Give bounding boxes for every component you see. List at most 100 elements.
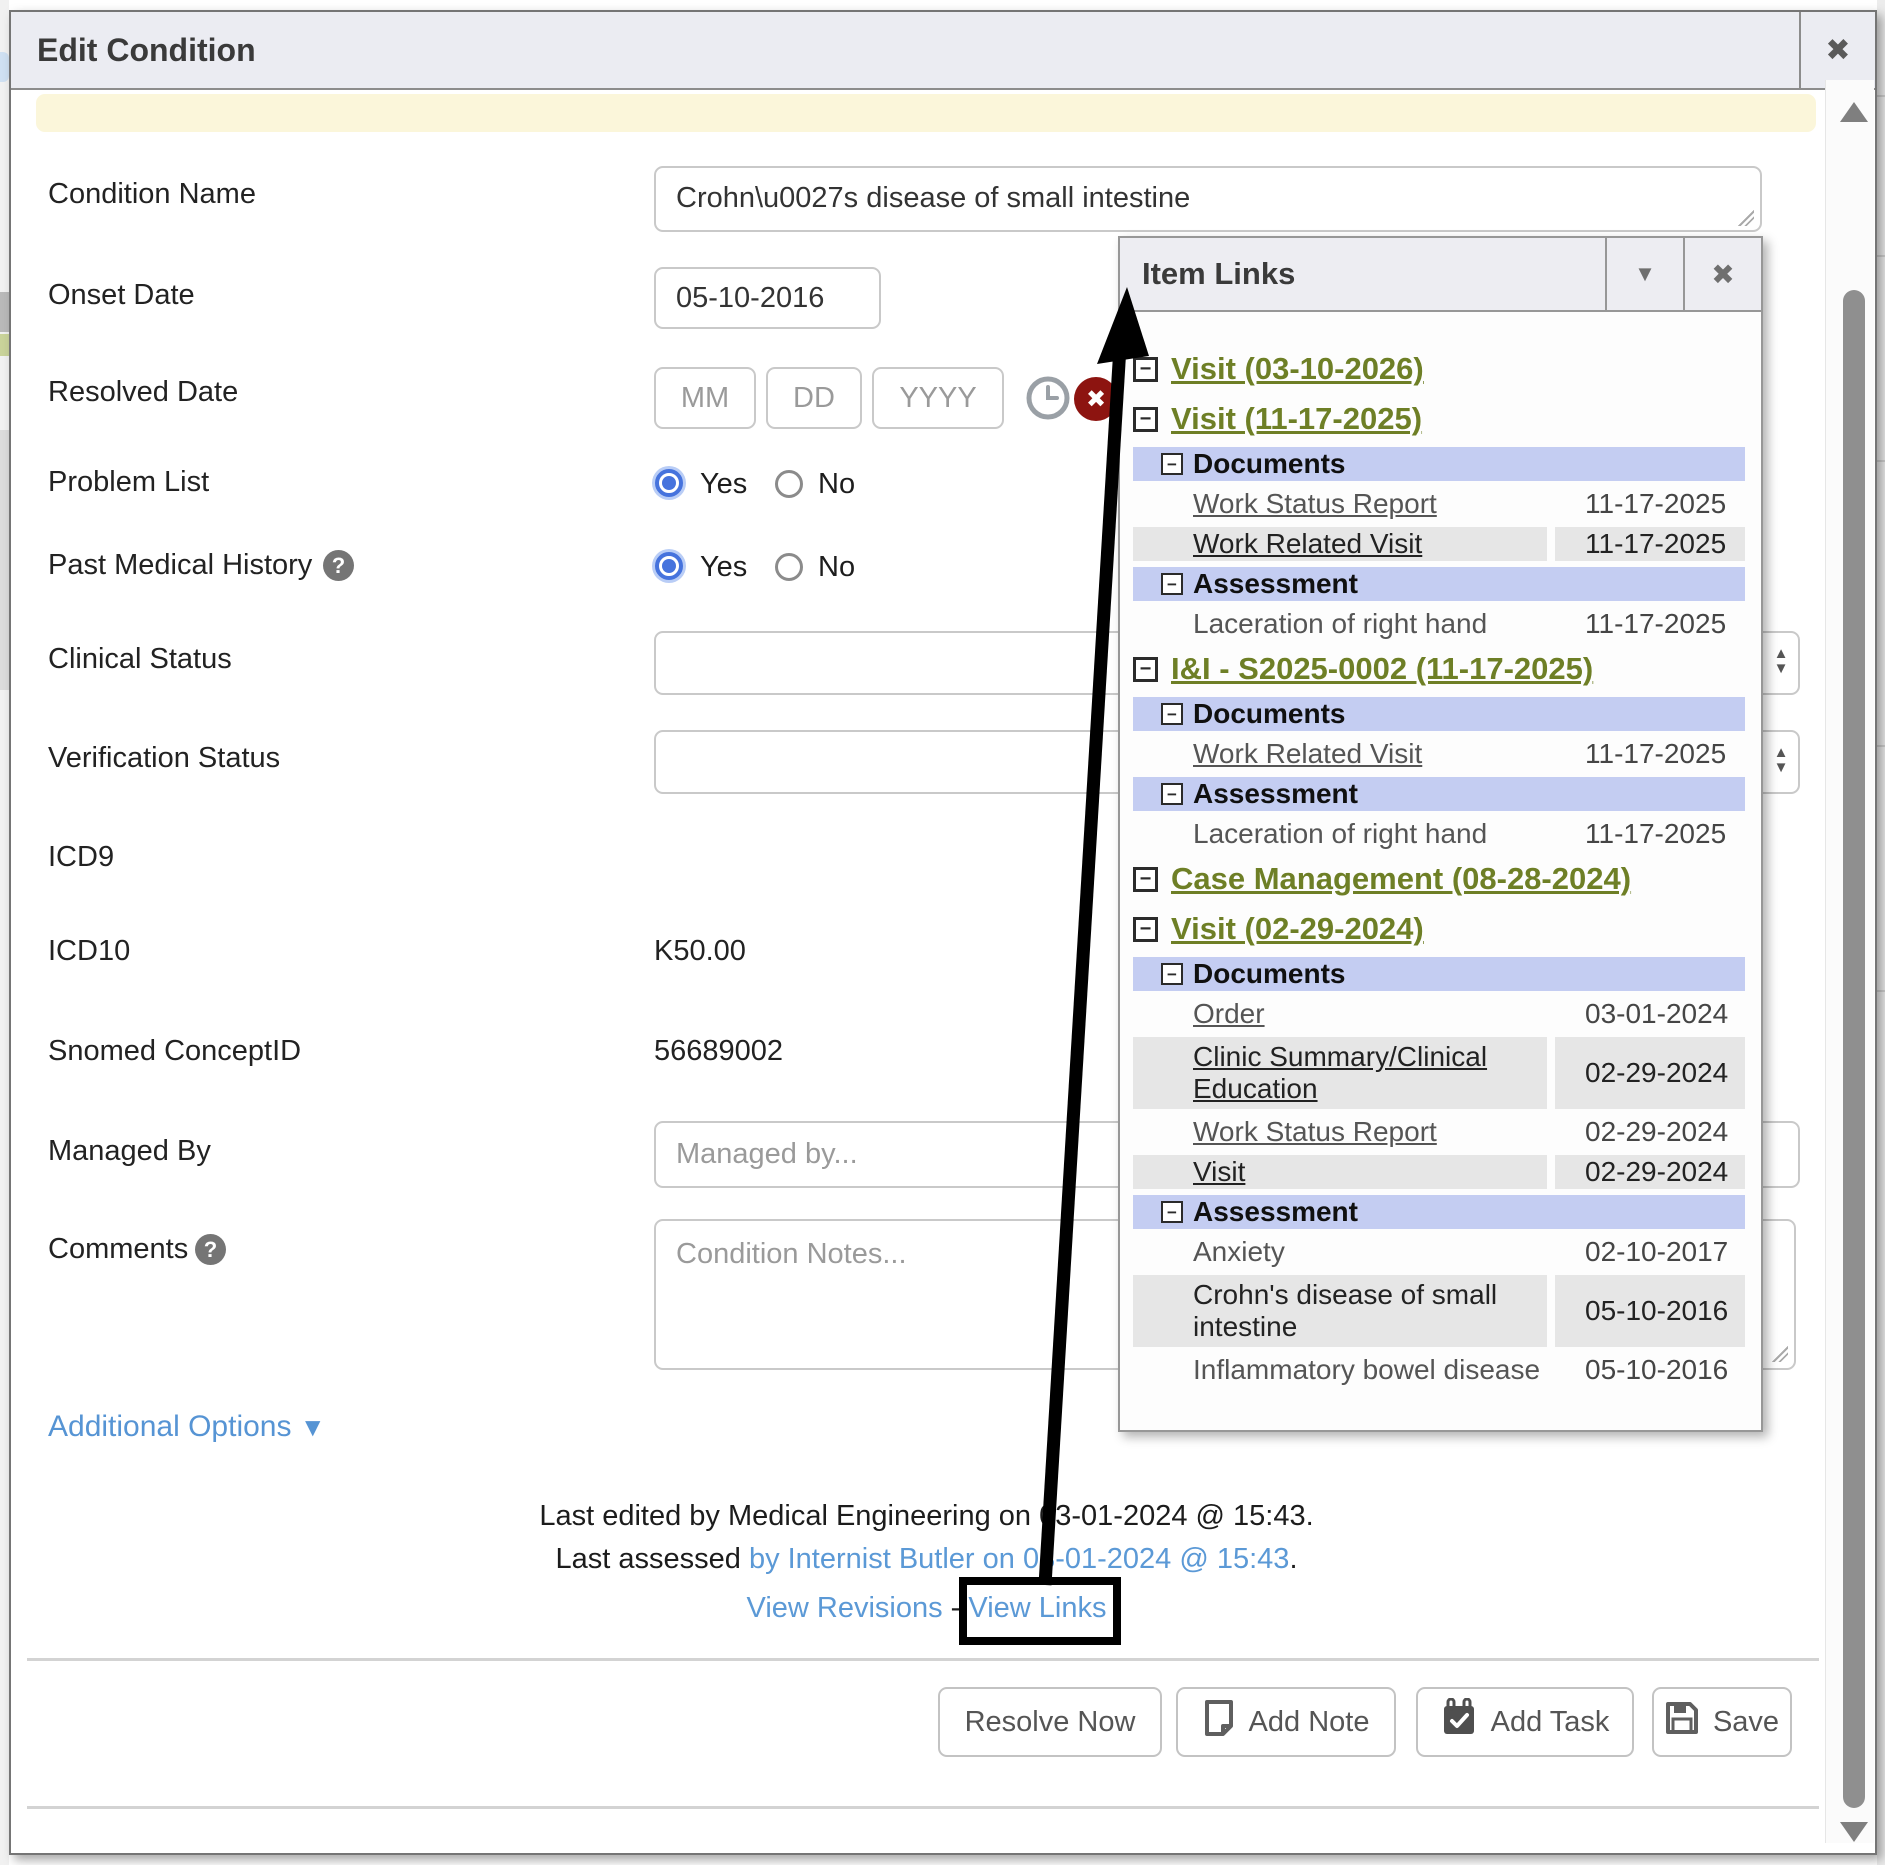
item-label: Laceration of right hand (1133, 607, 1547, 641)
visit-link[interactable]: I&I - S2025-0002 (11-17-2025) (1171, 651, 1593, 687)
clock-icon[interactable] (1025, 375, 1071, 426)
help-icon[interactable]: ? (195, 1234, 226, 1265)
group-label: Assessment (1193, 778, 1358, 810)
item-link[interactable]: Work Related Visit (1133, 737, 1547, 771)
item-date: 02-29-2024 (1555, 1155, 1745, 1189)
comments-label: Comments (48, 1233, 188, 1266)
group-label: Documents (1193, 698, 1345, 730)
item-link[interactable]: Work Status Report (1133, 1115, 1547, 1149)
visit-link[interactable]: Case Management (08-28-2024) (1171, 861, 1631, 897)
collapse-icon[interactable]: − (1161, 453, 1183, 475)
item-links-row: Work Status Report11-17-2025 (1133, 484, 1745, 524)
resolve-now-label: Resolve Now (965, 1706, 1136, 1739)
close-icon[interactable]: ✖ (1683, 238, 1761, 310)
last-assessed-prefix: Last assessed (555, 1543, 748, 1575)
item-links-title: Item Links (1142, 238, 1295, 310)
background-fragment (0, 292, 9, 332)
onset-date-label: Onset Date (48, 279, 195, 312)
collapse-icon[interactable]: − (1133, 867, 1158, 892)
additional-options-label: Additional Options (48, 1410, 292, 1443)
past-medical-history-label: Past Medical History (48, 549, 312, 582)
past-medical-history-no-label: No (818, 551, 855, 584)
collapse-icon[interactable]: − (1161, 573, 1183, 595)
resolved-year-input[interactable] (872, 367, 1004, 429)
item-links-row: Order03-01-2024 (1133, 994, 1745, 1034)
group-label: Documents (1193, 448, 1345, 480)
snomed-label: Snomed ConceptID (48, 1035, 301, 1068)
collapse-icon[interactable]: − (1133, 407, 1158, 432)
item-links-row: −Assessment (1133, 567, 1745, 601)
problem-list-no-radio[interactable] (775, 470, 803, 498)
problem-list-label: Problem List (48, 466, 209, 499)
item-link[interactable]: Clinic Summary/Clinical Education (1133, 1037, 1547, 1109)
save-label: Save (1713, 1706, 1779, 1739)
last-edited-text: Last edited by Medical Engineering on 03… (27, 1500, 1826, 1533)
save-button[interactable]: Save (1652, 1687, 1792, 1757)
background-page-right-sliver (1877, 0, 1885, 1865)
dialog-titlebar: Edit Condition ✖ (11, 12, 1875, 90)
condition-name-input[interactable]: Crohn\u0027s disease of small intestine (654, 166, 1762, 232)
alert-banner (36, 94, 1816, 132)
collapse-icon[interactable]: − (1161, 703, 1183, 725)
item-link[interactable]: Order (1133, 997, 1547, 1031)
resolved-date-label: Resolved Date (48, 376, 238, 409)
view-revisions-link[interactable]: View Revisions (747, 1592, 943, 1624)
item-links-row: Work Status Report02-29-2024 (1133, 1112, 1745, 1152)
scroll-down-icon[interactable] (1840, 1822, 1868, 1842)
save-icon (1665, 1701, 1699, 1743)
view-links-link[interactable]: View Links (968, 1592, 1106, 1624)
collapse-icon[interactable]: − (1161, 783, 1183, 805)
visit-link[interactable]: Visit (11-17-2025) (1171, 401, 1422, 437)
visit-link[interactable]: Visit (02-29-2024) (1171, 911, 1424, 947)
collapse-icon[interactable]: − (1161, 963, 1183, 985)
add-task-button[interactable]: Add Task (1416, 1687, 1634, 1757)
close-icon[interactable]: ✖ (1799, 12, 1875, 88)
visit-link[interactable]: Visit (03-10-2026) (1171, 351, 1424, 387)
item-date: 11-17-2025 (1555, 737, 1745, 771)
resolve-now-button[interactable]: Resolve Now (938, 1687, 1162, 1757)
group-label: Documents (1193, 958, 1345, 990)
item-date: 02-29-2024 (1555, 1037, 1745, 1109)
calendar-check-icon (1441, 1698, 1477, 1746)
item-links-popup: Item Links ▼ ✖ −Visit (03-10-2026)−Visit… (1118, 236, 1763, 1432)
collapse-icon[interactable]: − (1133, 917, 1158, 942)
item-link[interactable]: Work Related Visit (1133, 527, 1547, 561)
clear-date-icon[interactable]: ✖ (1074, 377, 1118, 421)
scroll-up-icon[interactable] (1840, 102, 1868, 122)
collapse-icon[interactable]: − (1161, 1201, 1183, 1223)
icd10-label: ICD10 (48, 935, 130, 968)
item-links-row: −Visit (02-29-2024) (1120, 904, 1761, 954)
help-icon[interactable]: ? (323, 550, 354, 581)
resolved-day-input[interactable] (766, 367, 862, 429)
note-icon (1203, 1699, 1235, 1745)
item-links-header: Item Links ▼ ✖ (1120, 238, 1761, 312)
scrollbar-thumb[interactable] (1843, 290, 1865, 1808)
item-links-row: −Case Management (08-28-2024) (1120, 854, 1761, 904)
managed-by-label: Managed By (48, 1135, 211, 1168)
problem-list-yes-radio[interactable] (655, 469, 683, 497)
collapse-popup-icon[interactable]: ▼ (1605, 238, 1683, 310)
additional-options-toggle[interactable]: Additional Options ▼ (48, 1410, 326, 1444)
item-link[interactable]: Visit (1133, 1155, 1547, 1189)
background-fragment (0, 430, 9, 690)
past-medical-history-no-radio[interactable] (775, 553, 803, 581)
revisions-links-line: View Revisions - View Links (27, 1592, 1826, 1625)
group-label: Assessment (1193, 1196, 1358, 1228)
background-page-left-sliver (0, 0, 9, 1865)
onset-date-input[interactable] (654, 267, 881, 329)
collapse-icon[interactable]: − (1133, 657, 1158, 682)
resolved-month-input[interactable] (654, 367, 756, 429)
collapse-icon[interactable]: − (1133, 357, 1158, 382)
item-date: 05-10-2016 (1555, 1275, 1745, 1347)
snomed-value: 56689002 (654, 1035, 783, 1068)
item-links-row: −Assessment (1133, 777, 1745, 811)
item-links-row: Crohn's disease of small intestine05-10-… (1133, 1272, 1745, 1350)
last-assessed-suffix: . (1289, 1543, 1297, 1575)
problem-list-yes-label: Yes (700, 468, 747, 501)
past-medical-history-yes-radio[interactable] (655, 552, 683, 580)
add-note-button[interactable]: Add Note (1176, 1687, 1396, 1757)
item-links-row: −Visit (11-17-2025) (1120, 394, 1761, 444)
last-assessed-link[interactable]: by Internist Butler on 03-01-2024 @ 15:4… (749, 1543, 1290, 1575)
background-fragment (0, 52, 9, 82)
item-link[interactable]: Work Status Report (1133, 487, 1547, 521)
